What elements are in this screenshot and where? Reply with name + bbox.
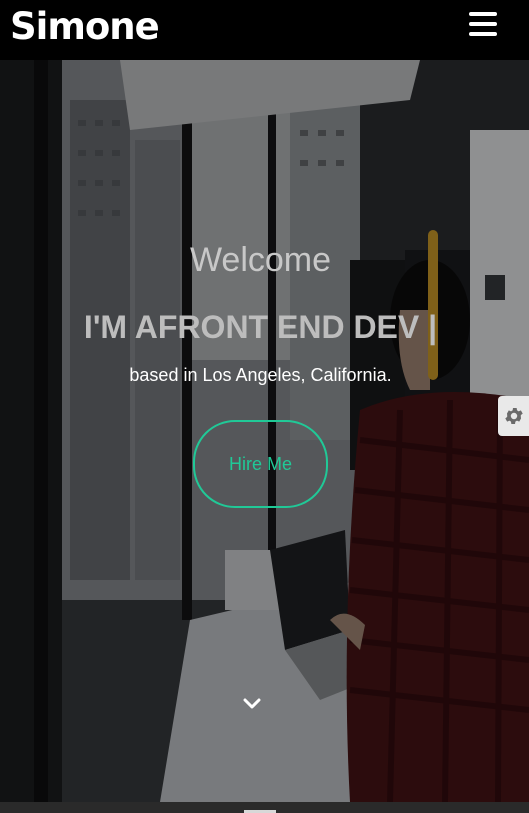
hire-me-button[interactable]: Hire Me	[193, 420, 328, 508]
menu-line	[469, 22, 497, 26]
top-navbar: Simone	[0, 0, 529, 60]
chevron-down-icon[interactable]	[242, 696, 262, 712]
menu-line	[469, 12, 497, 16]
typed-headline: I'M AFRONT END DEV |	[83, 309, 438, 345]
settings-toggle[interactable]	[498, 396, 529, 436]
location-text: based in Los Angeles, California.	[129, 365, 392, 385]
hamburger-menu-icon[interactable]	[469, 12, 497, 38]
page: Simone Welcome I'M AFRONT END DEV | base…	[0, 0, 529, 813]
menu-line	[469, 32, 497, 36]
brand-logo[interactable]: Simone	[10, 4, 160, 50]
welcome-heading: Welcome	[189, 241, 332, 279]
gear-icon	[504, 408, 523, 424]
